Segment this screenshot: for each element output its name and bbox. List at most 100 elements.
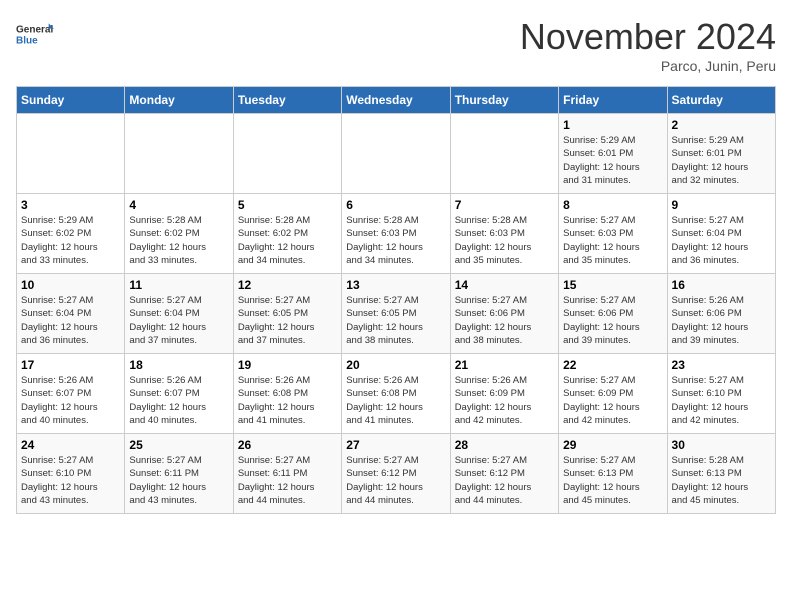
day-info: Sunrise: 5:28 AMSunset: 6:13 PMDaylight:…: [672, 454, 771, 507]
day-number: 21: [455, 358, 554, 372]
day-number: 2: [672, 118, 771, 132]
day-number: 5: [238, 198, 337, 212]
table-cell: 9Sunrise: 5:27 AMSunset: 6:04 PMDaylight…: [667, 194, 775, 274]
day-info: Sunrise: 5:26 AMSunset: 6:08 PMDaylight:…: [346, 374, 445, 427]
table-cell: 11 Sunrise: 5:27 AMSunset: 6:04 PMDayligh…: [125, 274, 233, 354]
day-number: 30: [672, 438, 771, 452]
table-cell: [17, 114, 125, 194]
calendar-header-row: SundayMondayTuesdayWednesdayThursdayFrid…: [17, 87, 776, 114]
table-cell: [342, 114, 450, 194]
day-number: 18: [129, 358, 228, 372]
day-number: 7: [455, 198, 554, 212]
week-row-5: 24 Sunrise: 5:27 AMSunset: 6:10 PMDayligh…: [17, 434, 776, 514]
table-cell: 25Sunrise: 5:27 AMSunset: 6:11 PMDayligh…: [125, 434, 233, 514]
table-cell: 16 Sunrise: 5:26 AMSunset: 6:06 PMDayligh…: [667, 274, 775, 354]
header-tuesday: Tuesday: [233, 87, 341, 114]
day-number: 22: [563, 358, 662, 372]
table-cell: 3 Sunrise: 5:29 AMSunset: 6:02 PMDaylight…: [17, 194, 125, 274]
table-cell: 12Sunrise: 5:27 AMSunset: 6:05 PMDayligh…: [233, 274, 341, 354]
day-info: Sunrise: 5:29 AMSunset: 6:01 PMDaylight:…: [672, 134, 771, 187]
day-number: 4: [129, 198, 228, 212]
day-number: 27: [346, 438, 445, 452]
day-number: 8: [563, 198, 662, 212]
day-number: 20: [346, 358, 445, 372]
calendar-table: SundayMondayTuesdayWednesdayThursdayFrid…: [16, 86, 776, 514]
location-subtitle: Parco, Junin, Peru: [520, 58, 776, 74]
week-row-3: 10 Sunrise: 5:27 AMSunset: 6:04 PMDayligh…: [17, 274, 776, 354]
day-number: 9: [672, 198, 771, 212]
day-info: Sunrise: 5:27 AMSunset: 6:12 PMDaylight:…: [455, 454, 554, 507]
header-wednesday: Wednesday: [342, 87, 450, 114]
table-cell: 26Sunrise: 5:27 AMSunset: 6:11 PMDayligh…: [233, 434, 341, 514]
day-info: Sunrise: 5:27 AMSunset: 6:05 PMDaylight:…: [346, 294, 445, 347]
day-info: Sunrise: 5:27 AMSunset: 6:10 PMDaylight:…: [672, 374, 771, 427]
day-number: 13: [346, 278, 445, 292]
day-info: Sunrise: 5:27 AMSunset: 6:12 PMDaylight:…: [346, 454, 445, 507]
logo: General Blue: [16, 16, 56, 52]
day-info: Sunrise: 5:28 AMSunset: 6:02 PMDaylight:…: [238, 214, 337, 267]
table-cell: 1Sunrise: 5:29 AMSunset: 6:01 PMDaylight…: [559, 114, 667, 194]
table-cell: [125, 114, 233, 194]
day-number: 6: [346, 198, 445, 212]
table-cell: 23 Sunrise: 5:27 AMSunset: 6:10 PMDayligh…: [667, 354, 775, 434]
table-cell: 4 Sunrise: 5:28 AMSunset: 6:02 PMDaylight…: [125, 194, 233, 274]
day-number: 14: [455, 278, 554, 292]
header-sunday: Sunday: [17, 87, 125, 114]
month-title: November 2024: [520, 16, 776, 58]
day-info: Sunrise: 5:28 AMSunset: 6:03 PMDaylight:…: [455, 214, 554, 267]
day-number: 15: [563, 278, 662, 292]
table-cell: 8 Sunrise: 5:27 AMSunset: 6:03 PMDaylight…: [559, 194, 667, 274]
svg-text:Blue: Blue: [16, 35, 38, 46]
day-info: Sunrise: 5:27 AMSunset: 6:11 PMDaylight:…: [129, 454, 228, 507]
table-cell: 22 Sunrise: 5:27 AMSunset: 6:09 PMDayligh…: [559, 354, 667, 434]
table-cell: 30 Sunrise: 5:28 AMSunset: 6:13 PMDayligh…: [667, 434, 775, 514]
day-number: 10: [21, 278, 120, 292]
day-info: Sunrise: 5:27 AMSunset: 6:10 PMDaylight:…: [21, 454, 120, 507]
table-cell: 20 Sunrise: 5:26 AMSunset: 6:08 PMDayligh…: [342, 354, 450, 434]
day-info: Sunrise: 5:26 AMSunset: 6:09 PMDaylight:…: [455, 374, 554, 427]
day-info: Sunrise: 5:29 AMSunset: 6:02 PMDaylight:…: [21, 214, 120, 267]
day-number: 28: [455, 438, 554, 452]
day-number: 3: [21, 198, 120, 212]
week-row-1: 1 Sunrise: 5:29 AMSunset: 6:01 PMDaylight…: [17, 114, 776, 194]
day-info: Sunrise: 5:27 AMSunset: 6:06 PMDaylight:…: [563, 294, 662, 347]
week-row-2: 3 Sunrise: 5:29 AMSunset: 6:02 PMDaylight…: [17, 194, 776, 274]
table-cell: 17 Sunrise: 5:26 AMSunset: 6:07 PMDayligh…: [17, 354, 125, 434]
day-number: 23: [672, 358, 771, 372]
table-cell: 2 Sunrise: 5:29 AMSunset: 6:01 PMDaylight…: [667, 114, 775, 194]
table-cell: 18 Sunrise: 5:26 AMSunset: 6:07 PMDayligh…: [125, 354, 233, 434]
table-cell: 19Sunrise: 5:26 AMSunset: 6:08 PMDayligh…: [233, 354, 341, 434]
title-block: November 2024 Parco, Junin, Peru: [520, 16, 776, 74]
day-number: 11: [129, 278, 228, 292]
day-info: Sunrise: 5:26 AMSunset: 6:07 PMDaylight:…: [21, 374, 120, 427]
day-number: 29: [563, 438, 662, 452]
header-thursday: Thursday: [450, 87, 558, 114]
day-number: 24: [21, 438, 120, 452]
day-info: Sunrise: 5:26 AMSunset: 6:06 PMDaylight:…: [672, 294, 771, 347]
table-cell: 7 Sunrise: 5:28 AMSunset: 6:03 PMDaylight…: [450, 194, 558, 274]
day-info: Sunrise: 5:27 AMSunset: 6:09 PMDaylight:…: [563, 374, 662, 427]
day-info: Sunrise: 5:26 AMSunset: 6:07 PMDaylight:…: [129, 374, 228, 427]
logo-svg: General Blue: [16, 16, 56, 52]
table-cell: 13 Sunrise: 5:27 AMSunset: 6:05 PMDayligh…: [342, 274, 450, 354]
day-number: 17: [21, 358, 120, 372]
day-number: 26: [238, 438, 337, 452]
day-number: 12: [238, 278, 337, 292]
week-row-4: 17 Sunrise: 5:26 AMSunset: 6:07 PMDayligh…: [17, 354, 776, 434]
day-number: 16: [672, 278, 771, 292]
table-cell: 10 Sunrise: 5:27 AMSunset: 6:04 PMDayligh…: [17, 274, 125, 354]
day-number: 1: [563, 118, 662, 132]
day-info: Sunrise: 5:27 AMSunset: 6:04 PMDaylight:…: [129, 294, 228, 347]
day-info: Sunrise: 5:27 AMSunset: 6:03 PMDaylight:…: [563, 214, 662, 267]
table-cell: 15 Sunrise: 5:27 AMSunset: 6:06 PMDayligh…: [559, 274, 667, 354]
day-info: Sunrise: 5:28 AMSunset: 6:02 PMDaylight:…: [129, 214, 228, 267]
day-info: Sunrise: 5:26 AMSunset: 6:08 PMDaylight:…: [238, 374, 337, 427]
table-cell: 6Sunrise: 5:28 AMSunset: 6:03 PMDaylight…: [342, 194, 450, 274]
day-info: Sunrise: 5:27 AMSunset: 6:06 PMDaylight:…: [455, 294, 554, 347]
day-info: Sunrise: 5:27 AMSunset: 6:04 PMDaylight:…: [21, 294, 120, 347]
table-cell: 28 Sunrise: 5:27 AMSunset: 6:12 PMDayligh…: [450, 434, 558, 514]
table-cell: [233, 114, 341, 194]
table-cell: 24 Sunrise: 5:27 AMSunset: 6:10 PMDayligh…: [17, 434, 125, 514]
table-cell: 14 Sunrise: 5:27 AMSunset: 6:06 PMDayligh…: [450, 274, 558, 354]
page-header: General Blue November 2024 Parco, Junin,…: [16, 16, 776, 74]
